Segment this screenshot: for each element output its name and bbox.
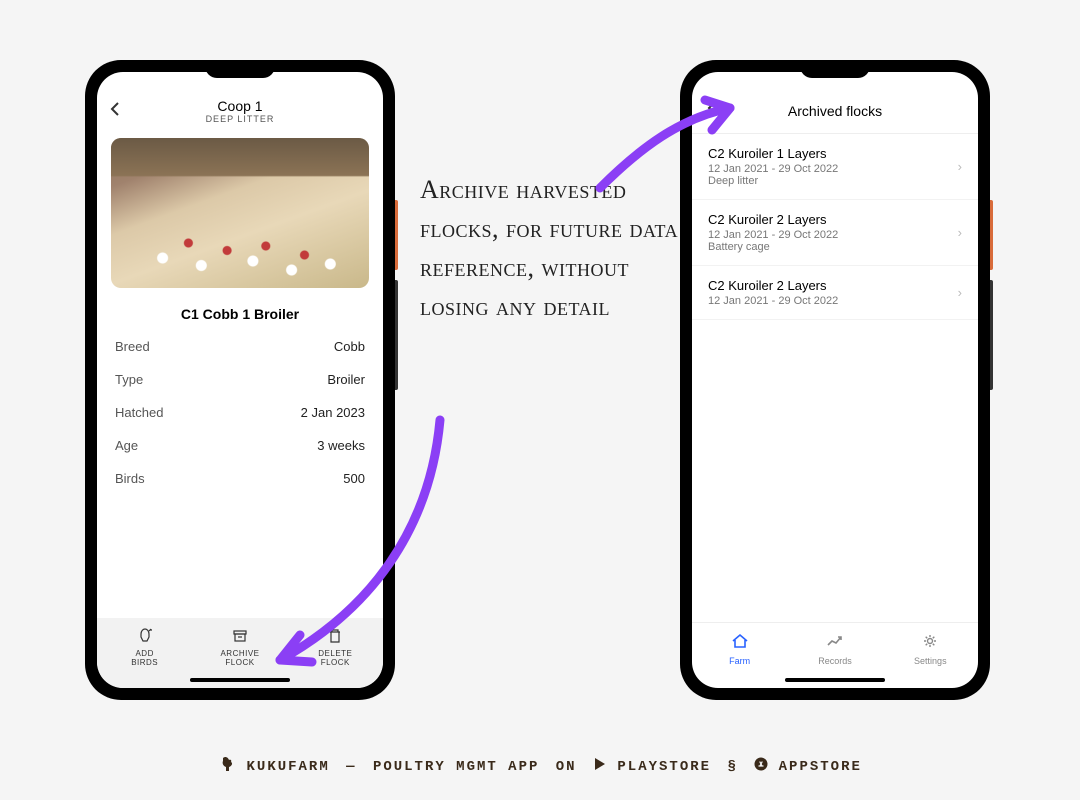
detail-label: Birds: [115, 471, 145, 486]
promo-footer: KUKUFARM — POULTRY MGMT APP ON PLAYSTORE…: [0, 755, 1080, 778]
flock-name: C2 Kuroiler 2 Layers: [708, 212, 958, 227]
playstore-icon: [593, 757, 607, 776]
archive-icon: [232, 628, 248, 646]
chart-icon: [826, 633, 844, 654]
coop-name: C1 Cobb 1 Broiler: [97, 298, 383, 330]
detail-row: Birds 500: [115, 462, 365, 495]
delete-flock-button[interactable]: DELETEFLOCK: [288, 628, 383, 668]
appstore-label: APPSTORE: [779, 759, 862, 775]
archived-header: Archived flocks: [692, 72, 978, 134]
nav-records[interactable]: Records: [787, 633, 882, 666]
detail-label: Hatched: [115, 405, 163, 420]
home-icon: [731, 633, 749, 654]
tagline: POULTRY MGMT APP: [373, 759, 539, 775]
action-label: ADDBIRDS: [131, 649, 158, 668]
archived-title: Archived flocks: [718, 103, 952, 119]
detail-value: 3 weeks: [317, 438, 365, 453]
archived-flock-item[interactable]: C2 Kuroiler 1 Layers 12 Jan 2021 - 29 Oc…: [692, 134, 978, 200]
detail-row: Hatched 2 Jan 2023: [115, 396, 365, 429]
annotation-text: Archive harvested flocks, for future dat…: [420, 170, 680, 326]
archive-flock-button[interactable]: ARCHIVEFLOCK: [192, 628, 287, 668]
detail-label: Breed: [115, 339, 150, 354]
phone-notch: [800, 60, 870, 78]
archived-list: C2 Kuroiler 1 Layers 12 Jan 2021 - 29 Oc…: [692, 134, 978, 622]
detail-label: Age: [115, 438, 138, 453]
rooster-icon: [218, 755, 236, 778]
coop-header-title: Coop 1 DEEP LITTER: [121, 98, 359, 124]
coop-header: Coop 1 DEEP LITTER: [97, 72, 383, 132]
flock-dates: 12 Jan 2021 - 29 Oct 2022: [708, 295, 958, 307]
nav-label: Records: [818, 656, 852, 666]
phone-mockup-left: Coop 1 DEEP LITTER C1 Cobb 1 Broiler Bre…: [85, 60, 395, 700]
on-word: ON: [556, 759, 577, 775]
nav-label: Settings: [914, 656, 947, 666]
nav-farm[interactable]: Farm: [692, 633, 787, 666]
screen-left: Coop 1 DEEP LITTER C1 Cobb 1 Broiler Bre…: [97, 72, 383, 688]
archived-flock-item[interactable]: C2 Kuroiler 2 Layers 12 Jan 2021 - 29 Oc…: [692, 200, 978, 266]
flock-type: Battery cage: [708, 241, 958, 253]
detail-row: Age 3 weeks: [115, 429, 365, 462]
chevron-right-icon: ›: [958, 285, 962, 300]
rocket-icon: [137, 628, 153, 646]
nav-label: Farm: [729, 656, 750, 666]
flock-name: C2 Kuroiler 1 Layers: [708, 146, 958, 161]
detail-value: 2 Jan 2023: [301, 405, 365, 420]
action-label: DELETEFLOCK: [318, 649, 352, 668]
home-indicator: [785, 678, 885, 682]
flock-name: C2 Kuroiler 2 Layers: [708, 278, 958, 293]
chevron-right-icon: ›: [958, 225, 962, 240]
detail-label: Type: [115, 372, 143, 387]
flock-dates: 12 Jan 2021 - 29 Oct 2022: [708, 163, 958, 175]
detail-value: 500: [343, 471, 365, 486]
detail-row: Type Broiler: [115, 363, 365, 396]
chevron-right-icon: ›: [958, 159, 962, 174]
detail-value: Cobb: [334, 339, 365, 354]
coop-details: BreedCobb TypeBroiler Hatched2 Jan 2023 …: [97, 330, 383, 618]
appstore-icon: [754, 757, 768, 776]
coop-subtitle: DEEP LITTER: [121, 114, 359, 124]
gear-icon: [922, 633, 938, 654]
archived-flock-item[interactable]: C2 Kuroiler 2 Layers 12 Jan 2021 - 29 Oc…: [692, 266, 978, 320]
detail-row: Breed Cobb: [115, 330, 365, 363]
trash-icon: [327, 628, 343, 646]
phone-mockup-right: Archived flocks C2 Kuroiler 1 Layers 12 …: [680, 60, 990, 700]
coop-title: Coop 1: [121, 98, 359, 114]
coop-photo: [111, 138, 369, 288]
detail-value: Broiler: [327, 372, 365, 387]
brand-name: KUKUFARM: [247, 759, 330, 775]
action-label: ARCHIVEFLOCK: [220, 649, 259, 668]
coop-card: [111, 138, 369, 288]
home-indicator: [190, 678, 290, 682]
ampersand: §: [727, 759, 737, 775]
flock-type: Deep litter: [708, 175, 958, 187]
playstore-label: PLAYSTORE: [617, 759, 711, 775]
phone-notch: [205, 60, 275, 78]
screen-right: Archived flocks C2 Kuroiler 1 Layers 12 …: [692, 72, 978, 688]
nav-settings[interactable]: Settings: [883, 633, 978, 666]
flock-dates: 12 Jan 2021 - 29 Oct 2022: [708, 229, 958, 241]
add-birds-button[interactable]: ADDBIRDS: [97, 628, 192, 668]
